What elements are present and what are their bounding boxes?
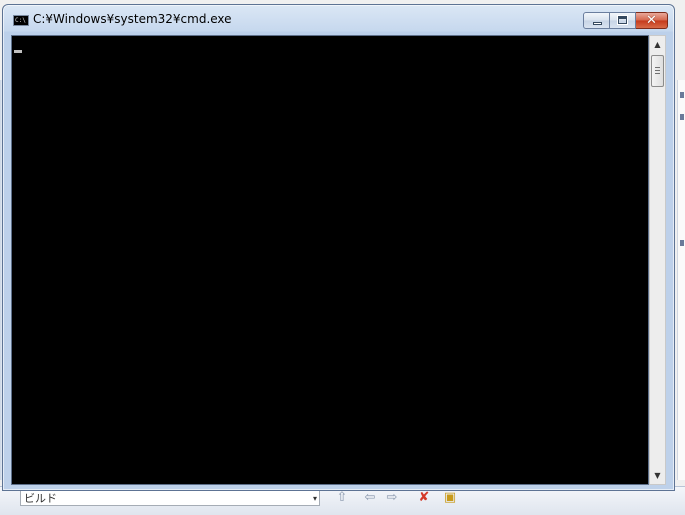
cmd-window[interactable]: C:\ C:¥Windows¥system32¥cmd.exe ✕ ▲ ▼ bbox=[2, 4, 675, 491]
background-marker bbox=[680, 240, 684, 246]
scroll-thumb[interactable] bbox=[651, 55, 664, 87]
maximize-icon bbox=[617, 15, 628, 25]
console-icon[interactable]: C:\ bbox=[13, 15, 29, 26]
background-marker bbox=[680, 92, 684, 98]
minimize-button[interactable] bbox=[583, 12, 610, 29]
background-right-edge bbox=[677, 80, 685, 480]
build-config-combo[interactable]: ビルド ▾ bbox=[20, 490, 320, 506]
minimize-icon bbox=[593, 22, 602, 25]
close-button[interactable]: ✕ bbox=[636, 12, 668, 29]
grip-line bbox=[655, 70, 660, 71]
toolbox-icon[interactable]: ▣ bbox=[442, 490, 458, 506]
undo-icon[interactable]: ⇦ bbox=[362, 490, 378, 506]
redo-icon[interactable]: ⇨ bbox=[384, 490, 400, 506]
build-config-value: ビルド bbox=[24, 492, 57, 505]
console-output-area[interactable] bbox=[11, 35, 649, 485]
grip-line bbox=[655, 67, 660, 68]
scroll-down-arrow-icon[interactable]: ▼ bbox=[650, 467, 665, 484]
close-icon: ✕ bbox=[646, 13, 657, 28]
chevron-down-icon[interactable]: ▾ bbox=[313, 491, 317, 505]
scroll-up-arrow-icon[interactable]: ▲ bbox=[650, 36, 665, 53]
delete-icon[interactable]: ✘ bbox=[416, 490, 432, 506]
console-icon-text: C:\ bbox=[15, 17, 26, 24]
text-cursor bbox=[14, 50, 22, 53]
background-marker bbox=[680, 114, 684, 120]
vertical-scrollbar[interactable]: ▲ ▼ bbox=[649, 35, 666, 485]
window-title: C:¥Windows¥system32¥cmd.exe bbox=[33, 12, 232, 26]
maximize-button[interactable] bbox=[610, 12, 636, 29]
arrow-icon[interactable]: ⇧ bbox=[334, 490, 350, 506]
grip-line bbox=[655, 73, 660, 74]
title-bar[interactable]: C:\ C:¥Windows¥system32¥cmd.exe ✕ bbox=[3, 5, 674, 33]
caption-buttons: ✕ bbox=[583, 12, 668, 30]
